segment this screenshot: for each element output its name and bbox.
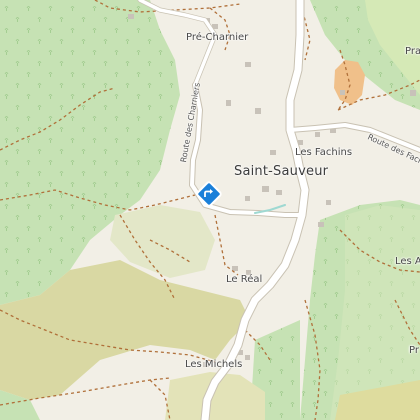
place-label-les-michels: Les Michels	[185, 359, 243, 370]
place-label-pr-partial: Pr	[409, 345, 419, 356]
place-label-saint-sauveur: Saint-Sauveur	[234, 164, 329, 179]
place-label-les-a-partial: Les A	[395, 256, 420, 267]
directions-diamond-icon[interactable]	[196, 181, 222, 207]
map-view[interactable]: Pré-Charnier Saint-Sauveur Les Fachins L…	[0, 0, 420, 420]
map-canvas	[0, 0, 420, 420]
place-label-le-real: Le Réal	[226, 274, 263, 285]
place-label-pre-charnier: Pré-Charnier	[186, 32, 249, 43]
place-label-pra-partial: Pra	[405, 46, 420, 57]
place-label-les-fachins: Les Fachins	[295, 147, 353, 158]
